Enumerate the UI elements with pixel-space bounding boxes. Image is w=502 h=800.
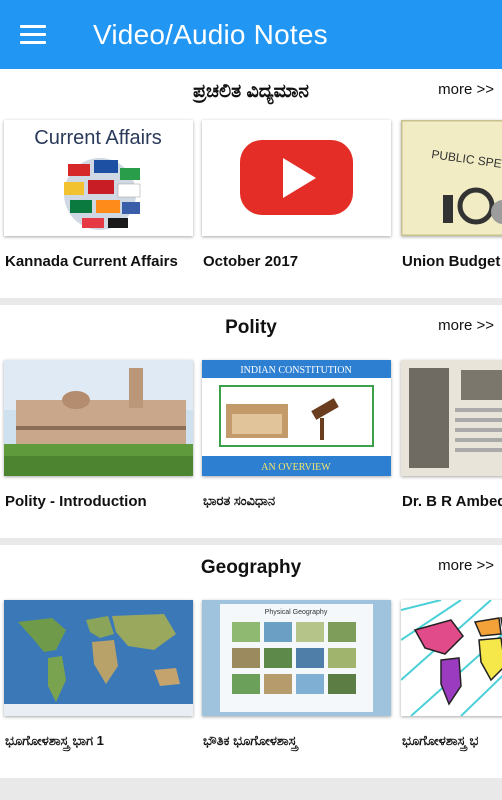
video-thumbnail: [401, 600, 502, 716]
video-thumbnail: Current Affairs: [4, 120, 193, 236]
video-row: Polity - Introduction INDIAN CONSTITUTIO…: [0, 360, 502, 530]
video-thumbnail: Physical Geography: [202, 600, 391, 716]
video-card[interactable]: PUBLIC SPENDING Union Budget: [401, 120, 502, 290]
menu-icon[interactable]: [0, 0, 66, 69]
video-thumbnail: [401, 360, 502, 476]
section-geography: Geography more >> ಭೂಗೋಳಶಾಸ್ತ್ರ ಭಾಗ 1 Phy…: [0, 545, 502, 778]
video-card[interactable]: October 2017: [202, 120, 391, 290]
section-title: Polity: [225, 317, 277, 338]
thumb-title: INDIAN CONSTITUTION: [240, 365, 351, 376]
video-card[interactable]: ಭೂಗೋಳಶಾಸ್ತ್ರ ಭ: [401, 600, 502, 770]
video-label: ಭಾರತ ಸಂವಿಧಾನ: [203, 493, 276, 508]
video-card[interactable]: ಭೂಗೋಳಶಾಸ್ತ್ರ ಭಾಗ 1: [4, 600, 193, 770]
app-bar: Video/Audio Notes: [0, 0, 502, 69]
youtube-play-icon: [240, 140, 353, 215]
video-row: ಭೂಗೋಳಶಾಸ್ತ್ರ ಭಾಗ 1 Physical Geography ಭೌ…: [0, 600, 502, 770]
video-card[interactable]: Dr. B R Ambed: [401, 360, 502, 530]
video-card[interactable]: INDIAN CONSTITUTION AN OVERVIEW ಭಾರತ ಸಂವ…: [202, 360, 391, 530]
video-thumbnail: [202, 120, 391, 236]
section-title: Geography: [200, 557, 302, 578]
app-title: Video/Audio Notes: [93, 18, 328, 50]
more-link[interactable]: more >>: [438, 557, 494, 574]
more-link[interactable]: more >>: [438, 317, 494, 334]
thumb-title: Current Affairs: [34, 127, 161, 149]
video-thumbnail: [4, 360, 193, 476]
section-current-affairs: ಪ್ರಚಲಿತ ವಿದ್ಯಮಾನ more >> Current Affairs: [0, 69, 502, 298]
section-title: ಪ್ರಚಲಿತ ವಿದ್ಯಮಾನ: [193, 81, 309, 102]
video-thumbnail: INDIAN CONSTITUTION AN OVERVIEW: [202, 360, 391, 476]
video-label: Dr. B R Ambed: [402, 493, 502, 510]
video-label: ಭೂಗೋಳಶಾಸ್ತ್ರ ಭಾಗ 1: [5, 733, 104, 748]
video-label: Union Budget: [402, 253, 501, 270]
video-card[interactable]: Physical Geography ಭೌತಿಕ ಭೂಗೋಳಶಾಸ್ತ್ರ: [202, 600, 391, 770]
video-card[interactable]: Polity - Introduction: [4, 360, 193, 530]
section-polity: Polity more >> Polity - Introduction IND…: [0, 305, 502, 538]
video-label: October 2017: [203, 253, 299, 270]
more-link[interactable]: more >>: [438, 81, 494, 98]
thumb-title: Physical Geography: [265, 609, 328, 616]
video-thumbnail: [4, 600, 193, 716]
video-label: ಭೌತಿಕ ಭೂಗೋಳಶಾಸ್ತ್ರ: [203, 733, 298, 748]
video-label: Kannada Current Affairs: [5, 253, 178, 270]
video-thumbnail: PUBLIC SPENDING: [401, 120, 502, 236]
video-label: ಭೂಗೋಳಶಾಸ್ತ್ರ ಭ: [402, 733, 479, 748]
video-row: Current Affairs Kannada Current Affairs: [0, 120, 502, 290]
video-label: Polity - Introduction: [5, 493, 147, 510]
thumb-subtitle: AN OVERVIEW: [261, 462, 331, 473]
video-card[interactable]: Current Affairs Kannada Current Affairs: [4, 120, 193, 290]
